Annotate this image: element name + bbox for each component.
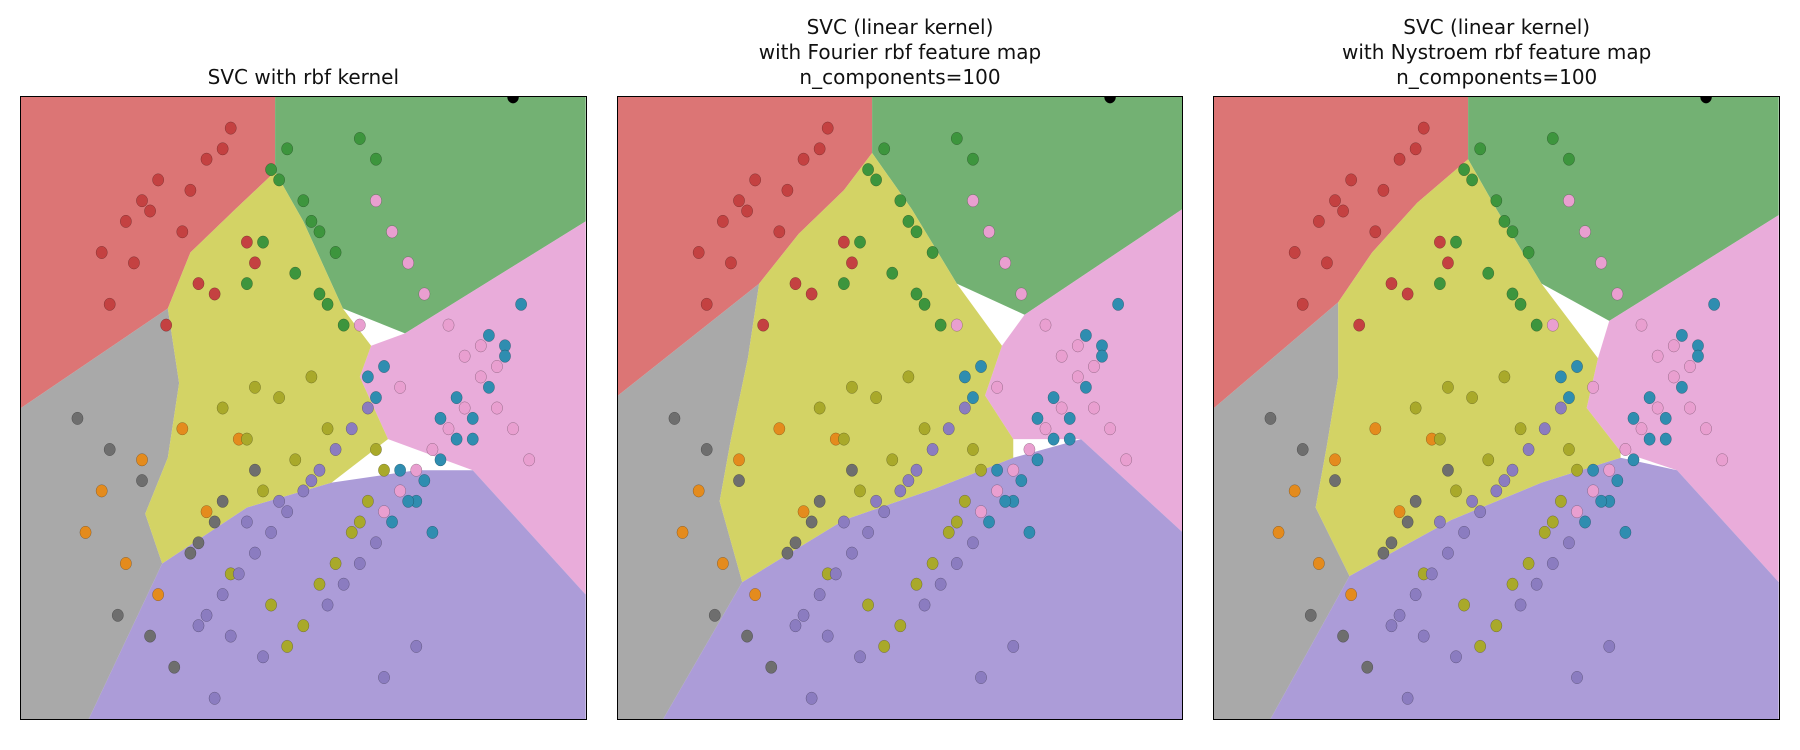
axes-0 <box>20 96 587 720</box>
figure: SVC with rbf kernel SVC (linear kernel) … <box>0 0 1800 750</box>
panel-2: SVC (linear kernel) with Nystroem rbf fe… <box>1213 10 1780 720</box>
axes-1 <box>617 96 1184 720</box>
panel-0: SVC with rbf kernel <box>20 10 587 720</box>
panel-1: SVC (linear kernel) with Fourier rbf fea… <box>617 10 1184 720</box>
panel-title-0: SVC with rbf kernel <box>208 10 399 90</box>
panel-title-2: SVC (linear kernel) with Nystroem rbf fe… <box>1342 10 1651 90</box>
panel-title-1: SVC (linear kernel) with Fourier rbf fea… <box>759 10 1041 90</box>
axes-2 <box>1213 96 1780 720</box>
